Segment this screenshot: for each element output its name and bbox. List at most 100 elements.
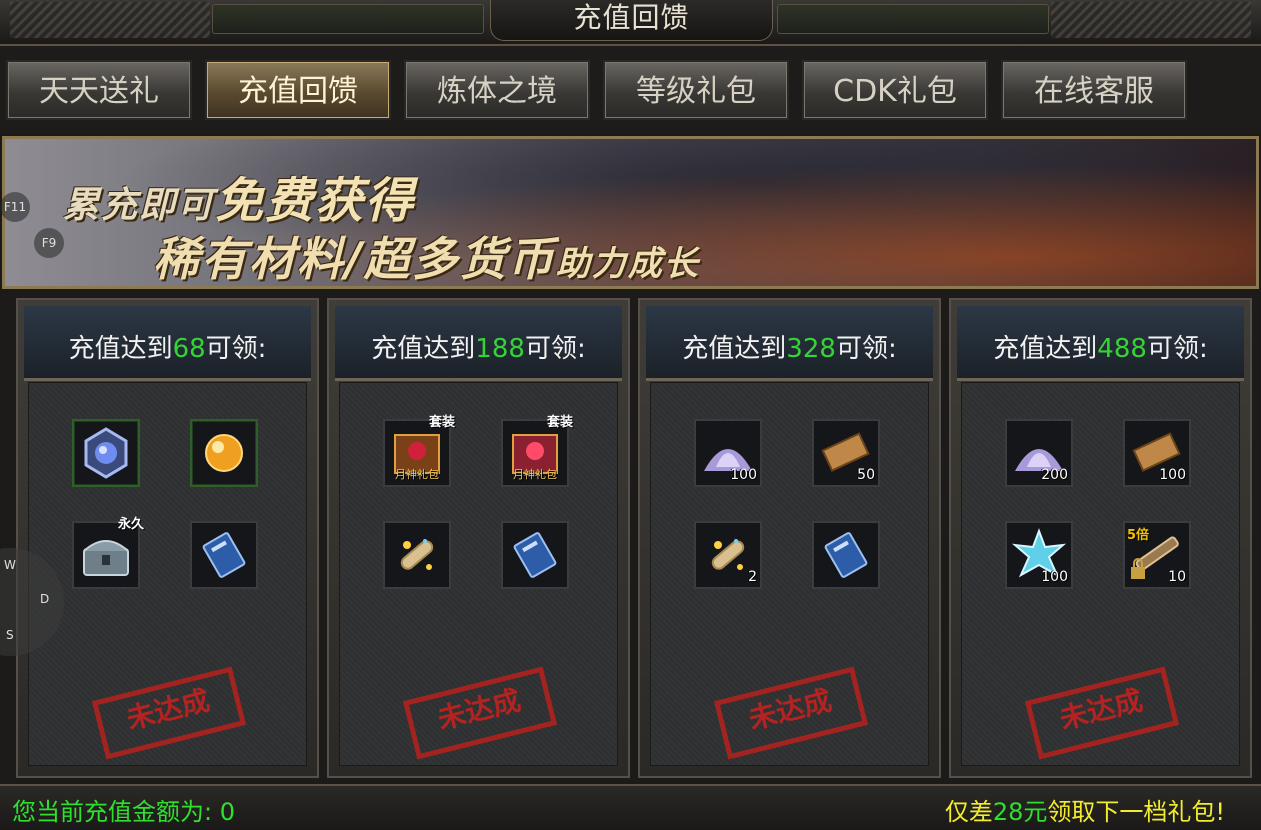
blue-book-icon (824, 532, 868, 578)
item-count: 50 (857, 467, 875, 483)
tier-amount: 188 (475, 334, 525, 364)
item-sub-label: 月神礼包 (513, 468, 557, 481)
reward-item-slot[interactable]: 100 (1005, 521, 1073, 589)
tier-amount: 68 (172, 334, 206, 364)
reward-item-slot[interactable]: 5倍 10 (1123, 521, 1191, 589)
tab-body-refining[interactable]: 炼体之境 (404, 60, 590, 120)
tab-level-gift[interactable]: 等级礼包 (603, 60, 789, 120)
tier-requirement: 充值达到188可领: (335, 328, 622, 365)
reward-item-slot[interactable] (72, 419, 140, 487)
title-slot-left (212, 4, 484, 34)
next-tier-remaining-amount: 28元 (992, 798, 1048, 826)
item-count: 100 (1159, 467, 1186, 483)
blue-book-icon (202, 532, 246, 578)
title-bar: 充值回馈 (0, 0, 1261, 46)
tier-requirement-prefix: 充值达到 (68, 334, 173, 364)
hotkey-f11-button[interactable]: F11 (0, 192, 30, 222)
hotkey-f9-button[interactable]: F9 (34, 228, 64, 258)
joystick-w-key: W (4, 558, 16, 572)
reward-item-slot[interactable] (501, 521, 569, 589)
item-tag-label: 永久 (117, 517, 144, 532)
next-tier-hint-suffix: 领取下一档礼包! (1047, 798, 1225, 826)
promo-banner: 累充即可免费获得 稀有材料/超多货币助力成长 (2, 136, 1259, 289)
golden-pearl-icon (205, 434, 243, 472)
tier-requirement-suffix: 可领: (524, 334, 586, 364)
item-count: 200 (1041, 467, 1068, 483)
reward-item-slot[interactable]: 100 (694, 419, 762, 487)
reward-item-slot[interactable] (812, 521, 880, 589)
tier-amount: 488 (1097, 334, 1147, 364)
tab-bar: 天天送礼 充值回馈 炼体之境 等级礼包 CDK礼包 在线客服 (0, 46, 1261, 134)
tier-requirement-suffix: 可领: (1146, 334, 1208, 364)
reward-tier-card: 充值达到68可领: 永久 未达成 (16, 298, 319, 778)
tier-rewards-area: 100 50 2 未达成 (650, 382, 929, 766)
banner-line-1-prefix: 累充即可 (63, 185, 216, 226)
reward-item-slot[interactable]: 200 (1005, 419, 1073, 487)
tier-requirement-prefix: 充值达到 (682, 334, 787, 364)
status-footer: 您当前充值金额为: 0 仅差28元领取下一档礼包! (0, 784, 1261, 830)
tier-requirement-prefix: 充值达到 (371, 334, 476, 364)
recharge-rewards-window: 充值回馈 天天送礼 充值回馈 炼体之境 等级礼包 CDK礼包 在线客服 累充即可… (0, 0, 1261, 830)
joystick-d-key: D (40, 592, 50, 606)
item-count: 100 (1041, 569, 1068, 585)
reward-item-slot[interactable] (383, 521, 451, 589)
tier-amount: 328 (786, 334, 836, 364)
item-sub-label: 月神礼包 (395, 468, 439, 481)
tier-requirement-suffix: 可领: (205, 334, 267, 364)
reward-item-slot[interactable] (190, 521, 258, 589)
item-count: 10 (1168, 569, 1186, 585)
item-multiplier-tag: 5倍 (1127, 528, 1150, 543)
reward-tier-card: 充值达到188可领: 套装 月神礼包 套装 月神礼包 未达成 (327, 298, 630, 778)
tier-requirement-prefix: 充值达到 (993, 334, 1098, 364)
reward-item-slot[interactable]: 50 (812, 419, 880, 487)
reward-tiers: 充值达到68可领: 永久 未达成 充值达到188可领: 套装 月神礼包 套装 月… (2, 292, 1259, 782)
tier-requirement: 充值达到68可领: (24, 328, 311, 365)
tier-rewards-area: 永久 未达成 (28, 382, 307, 766)
window-title: 充值回馈 (573, 1, 690, 34)
reward-tier-card: 充值达到488可领: 200 100 100 5倍 10 未达成 (949, 298, 1252, 778)
reward-item-slot[interactable]: 套装 月神礼包 (383, 415, 455, 487)
blue-book-icon (513, 532, 557, 578)
tab-online-support[interactable]: 在线客服 (1001, 60, 1187, 120)
tab-daily-gift[interactable]: 天天送礼 (6, 60, 192, 120)
silver-chest-icon (83, 540, 129, 576)
banner-line-1-emphasis: 免费获得 (215, 173, 416, 229)
title-ornament-right (1051, 2, 1251, 38)
reward-tier-card: 充值达到328可领: 100 50 2 未达成 (638, 298, 941, 778)
status-stamp-not-reached: 未达成 (713, 666, 869, 760)
next-tier-hint: 仅差28元领取下一档礼包! (945, 792, 1225, 827)
item-count: 100 (730, 467, 757, 483)
banner-line-2-main: 稀有材料/超多货币 (153, 232, 556, 286)
tier-requirement: 充值达到488可领: (957, 328, 1244, 365)
blue-orb-ring-icon (84, 427, 128, 479)
title-ornament-left (10, 2, 210, 38)
status-stamp-not-reached: 未达成 (1024, 666, 1180, 760)
tier-header: 充值达到328可领: (646, 306, 933, 381)
reward-item-slot[interactable] (190, 419, 258, 487)
tab-cdk-gift[interactable]: CDK礼包 (802, 60, 988, 120)
tier-rewards-area: 200 100 100 5倍 10 未达成 (961, 382, 1240, 766)
title-plate: 充值回馈 (490, 0, 773, 41)
tier-requirement: 充值达到328可领: (646, 328, 933, 365)
tier-header: 充值达到188可领: (335, 306, 622, 381)
banner-line-2-suffix: 助力成长 (555, 244, 700, 284)
status-stamp-not-reached: 未达成 (402, 666, 558, 760)
title-slot-right (777, 4, 1049, 34)
banner-line-1: 累充即可免费获得 (63, 161, 415, 231)
status-stamp-not-reached: 未达成 (91, 666, 247, 760)
joystick-s-key: S (6, 628, 14, 642)
tier-rewards-area: 套装 月神礼包 套装 月神礼包 未达成 (339, 382, 618, 766)
next-tier-hint-prefix: 仅差 (944, 798, 993, 826)
tier-requirement-suffix: 可领: (835, 334, 897, 364)
item-count: 2 (748, 569, 757, 585)
reward-item-slot[interactable]: 套装 月神礼包 (501, 415, 573, 487)
reward-item-slot[interactable]: 2 (694, 521, 762, 589)
reward-item-slot[interactable]: 永久 (72, 517, 144, 589)
current-recharge-amount: 您当前充值金额为: 0 (12, 798, 235, 826)
sparkling-scroll-icon (400, 539, 434, 570)
tier-header: 充值达到68可领: (24, 306, 311, 381)
reward-item-slot[interactable]: 100 (1123, 419, 1191, 487)
tier-header: 充值达到488可领: (957, 306, 1244, 381)
item-tag-label: 套装 (428, 415, 455, 430)
tab-recharge-rewards[interactable]: 充值回馈 (205, 60, 391, 120)
